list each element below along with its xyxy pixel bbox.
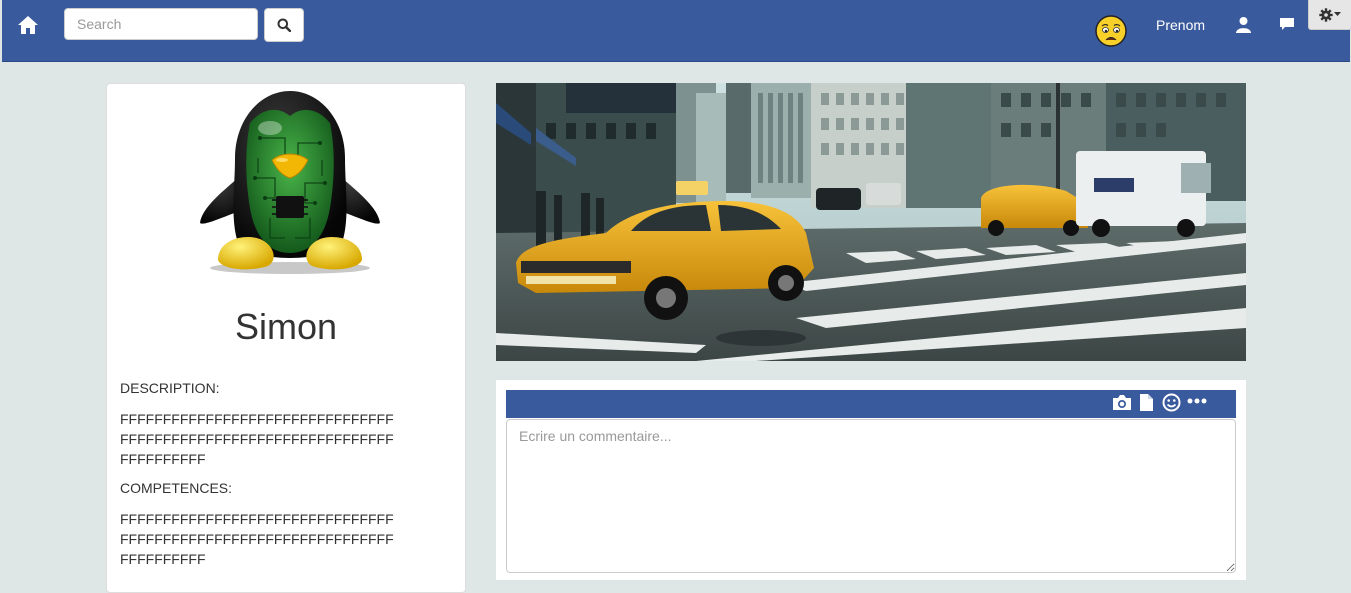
circuit-penguin-avatar (200, 91, 380, 274)
camera-icon[interactable] (1112, 394, 1132, 411)
comment-composer (496, 380, 1246, 580)
composer-toolbar (506, 390, 1236, 418)
comment-icon[interactable] (1279, 17, 1295, 32)
description-text: FFFFFFFFFFFFFFFFFFFFFFFFFFFFFFFFFFFFFFFF… (120, 411, 394, 467)
navbar: Prenom (2, 0, 1351, 62)
search-button[interactable] (264, 8, 304, 42)
worried-face-emoji[interactable] (1095, 15, 1127, 47)
file-icon[interactable] (1139, 393, 1154, 412)
caret-down-icon (1334, 12, 1341, 16)
profile-card: Simon DESCRIPTION: FFFFFFFFFFFFFFFFFFFFF… (106, 83, 466, 593)
user-name-link[interactable]: Prenom (1156, 17, 1205, 33)
cover-photo (496, 83, 1246, 361)
city-street-taxi-photo (496, 83, 1246, 361)
competences-label: COMPETENCES: (120, 480, 233, 496)
home-icon[interactable] (16, 13, 40, 37)
profile-name: Simon (234, 306, 338, 347)
settings-dropdown-button[interactable] (1308, 0, 1351, 30)
description-label: DESCRIPTION: (120, 380, 220, 396)
more-icon[interactable] (1187, 398, 1207, 404)
comment-textarea[interactable] (506, 419, 1236, 573)
search-input[interactable] (64, 8, 258, 40)
user-icon[interactable] (1235, 16, 1252, 33)
gear-icon (1319, 7, 1333, 22)
search-icon (277, 18, 291, 32)
competences-text: FFFFFFFFFFFFFFFFFFFFFFFFFFFFFFFFFFFFFFFF… (120, 511, 394, 567)
smiley-icon[interactable] (1162, 393, 1181, 412)
